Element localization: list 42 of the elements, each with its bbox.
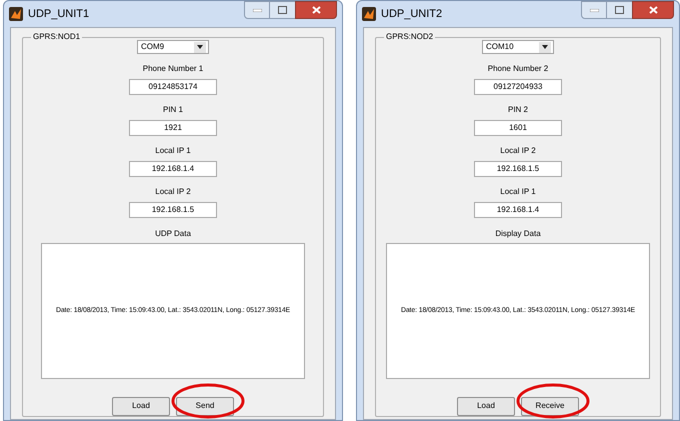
dropdown-arrow-icon <box>542 45 548 50</box>
port-dropdown[interactable]: COM9 <box>137 40 209 54</box>
action-button[interactable]: Send <box>176 396 234 416</box>
input-field[interactable]: 09124853174 <box>129 79 217 96</box>
action-button[interactable]: Load <box>112 396 170 416</box>
field-label: PIN 1 <box>162 105 183 116</box>
field-label: Local IP 2 <box>500 146 536 156</box>
minimize-icon <box>252 8 262 12</box>
close-icon <box>648 6 658 14</box>
input-field[interactable]: 1921 <box>129 120 217 136</box>
input-field[interactable]: 192.168.1.5 <box>474 161 562 178</box>
maximize-button[interactable] <box>270 1 295 19</box>
minimize-button[interactable] <box>244 1 270 19</box>
close-button[interactable] <box>632 1 674 19</box>
maximize-icon <box>615 6 624 14</box>
field-label: PIN 2 <box>508 105 528 116</box>
window-title: UDP_UNIT2 <box>381 6 442 22</box>
app-logo-icon <box>9 7 23 21</box>
data-label: Display Data <box>495 229 541 240</box>
input-field[interactable]: 192.168.1.5 <box>129 202 217 218</box>
maximize-button[interactable] <box>607 1 632 19</box>
action-button[interactable]: Load <box>457 396 515 416</box>
field-label: Local IP 2 <box>155 187 191 198</box>
data-label: UDP Data <box>155 229 191 240</box>
action-button[interactable]: Receive <box>521 396 579 416</box>
field-label: Local IP 1 <box>500 187 536 198</box>
input-field[interactable]: 09127204933 <box>474 79 562 96</box>
field-label: Phone Number 1 <box>142 64 204 74</box>
port-dropdown[interactable]: COM10 <box>482 40 554 54</box>
field-label: Phone Number 2 <box>488 64 548 74</box>
close-icon <box>312 6 320 14</box>
app-logo-icon <box>362 7 376 21</box>
minimize-icon <box>590 8 598 12</box>
window-title: UDP_UNIT1 <box>28 6 90 22</box>
close-button[interactable] <box>295 1 337 19</box>
dropdown-arrow-icon <box>197 45 203 50</box>
minimize-button[interactable] <box>581 1 607 19</box>
input-field[interactable]: 1601 <box>474 120 562 136</box>
field-label: Local IP 1 <box>155 146 191 156</box>
maximize-icon <box>278 6 287 14</box>
input-field[interactable]: 192.168.1.4 <box>129 161 217 178</box>
input-field[interactable]: 192.168.1.4 <box>474 202 562 218</box>
